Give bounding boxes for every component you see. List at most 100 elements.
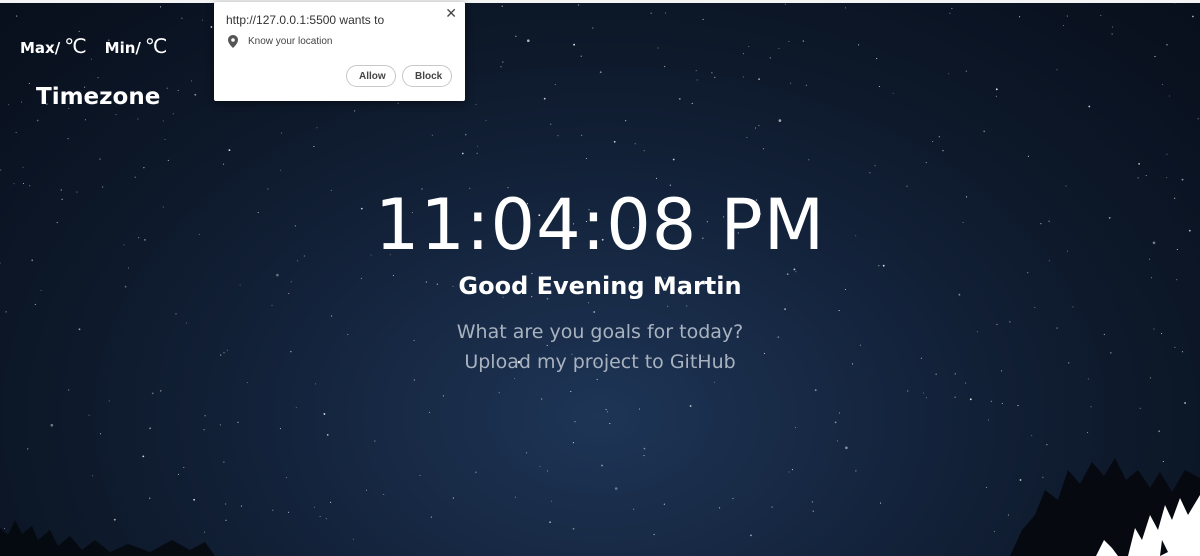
star — [313, 145, 315, 148]
star — [643, 150, 645, 152]
star — [664, 66, 666, 68]
star — [758, 78, 760, 80]
star — [280, 132, 283, 134]
star — [149, 497, 151, 499]
close-icon[interactable]: ✕ — [445, 5, 457, 21]
star — [791, 469, 793, 471]
star — [16, 15, 18, 17]
star — [485, 119, 487, 122]
star — [1031, 435, 1033, 437]
star — [461, 152, 464, 155]
star — [1168, 95, 1171, 97]
star — [354, 110, 356, 112]
star — [203, 429, 205, 431]
star — [993, 531, 995, 533]
star — [272, 509, 274, 511]
star — [323, 413, 326, 415]
star — [788, 40, 790, 42]
star — [696, 79, 698, 81]
star — [663, 503, 665, 505]
star — [137, 118, 139, 120]
star — [203, 531, 206, 533]
star — [719, 507, 721, 509]
star — [175, 313, 177, 315]
star — [113, 518, 116, 521]
star — [326, 434, 329, 436]
star — [762, 148, 765, 150]
star — [475, 103, 477, 105]
star — [159, 6, 162, 8]
star — [653, 534, 655, 536]
weather-widget: Max/ ℃ Min/ ℃ — [20, 34, 167, 58]
star — [352, 538, 354, 540]
star — [572, 527, 575, 530]
star — [99, 433, 102, 435]
star — [452, 497, 454, 499]
star — [419, 474, 421, 476]
star — [383, 493, 385, 496]
star — [1042, 476, 1044, 478]
star — [1072, 306, 1074, 308]
star — [325, 518, 327, 520]
star — [550, 123, 552, 125]
focus-answer[interactable]: Upload my project to GitHub — [0, 351, 1200, 373]
star — [1100, 15, 1102, 17]
star — [942, 150, 944, 152]
star — [1184, 402, 1186, 404]
star — [549, 521, 551, 524]
star — [592, 27, 594, 29]
star — [1111, 464, 1113, 466]
star — [667, 305, 669, 307]
star — [0, 169, 2, 171]
star — [949, 12, 951, 14]
star — [477, 145, 479, 147]
star — [313, 506, 315, 508]
star — [1161, 83, 1163, 85]
star — [1063, 511, 1065, 513]
star — [1112, 26, 1114, 28]
star — [838, 310, 840, 312]
star — [219, 424, 221, 426]
star — [954, 373, 956, 375]
allow-button[interactable]: Allow — [346, 65, 396, 87]
star — [177, 89, 179, 91]
min-temp-unit: ℃ — [144, 34, 168, 58]
star — [1017, 405, 1019, 407]
star — [551, 500, 553, 502]
star — [1145, 174, 1147, 177]
greeting-text: Good Evening Martin — [458, 272, 742, 300]
star — [573, 43, 575, 46]
star — [501, 5, 503, 7]
star — [201, 19, 203, 21]
star — [593, 311, 596, 313]
star — [935, 373, 937, 375]
star — [614, 487, 618, 490]
star — [951, 8, 953, 10]
star — [279, 169, 281, 171]
star — [162, 120, 164, 122]
block-button[interactable]: Block — [402, 65, 452, 87]
star — [134, 176, 136, 178]
star — [164, 138, 166, 141]
star — [578, 4, 580, 6]
star — [878, 85, 880, 88]
star — [814, 389, 817, 391]
star — [634, 143, 636, 145]
star — [500, 66, 502, 68]
star — [210, 26, 213, 28]
star — [574, 421, 576, 423]
star — [546, 470, 549, 472]
star — [1174, 346, 1176, 348]
star — [1137, 177, 1139, 179]
star — [1181, 178, 1184, 181]
star — [714, 381, 716, 383]
star — [246, 382, 248, 384]
star — [295, 406, 297, 408]
star — [954, 396, 956, 398]
star — [633, 508, 635, 510]
star — [365, 489, 368, 491]
star — [838, 412, 841, 414]
star — [543, 97, 546, 100]
star — [183, 466, 185, 468]
star — [754, 127, 757, 129]
